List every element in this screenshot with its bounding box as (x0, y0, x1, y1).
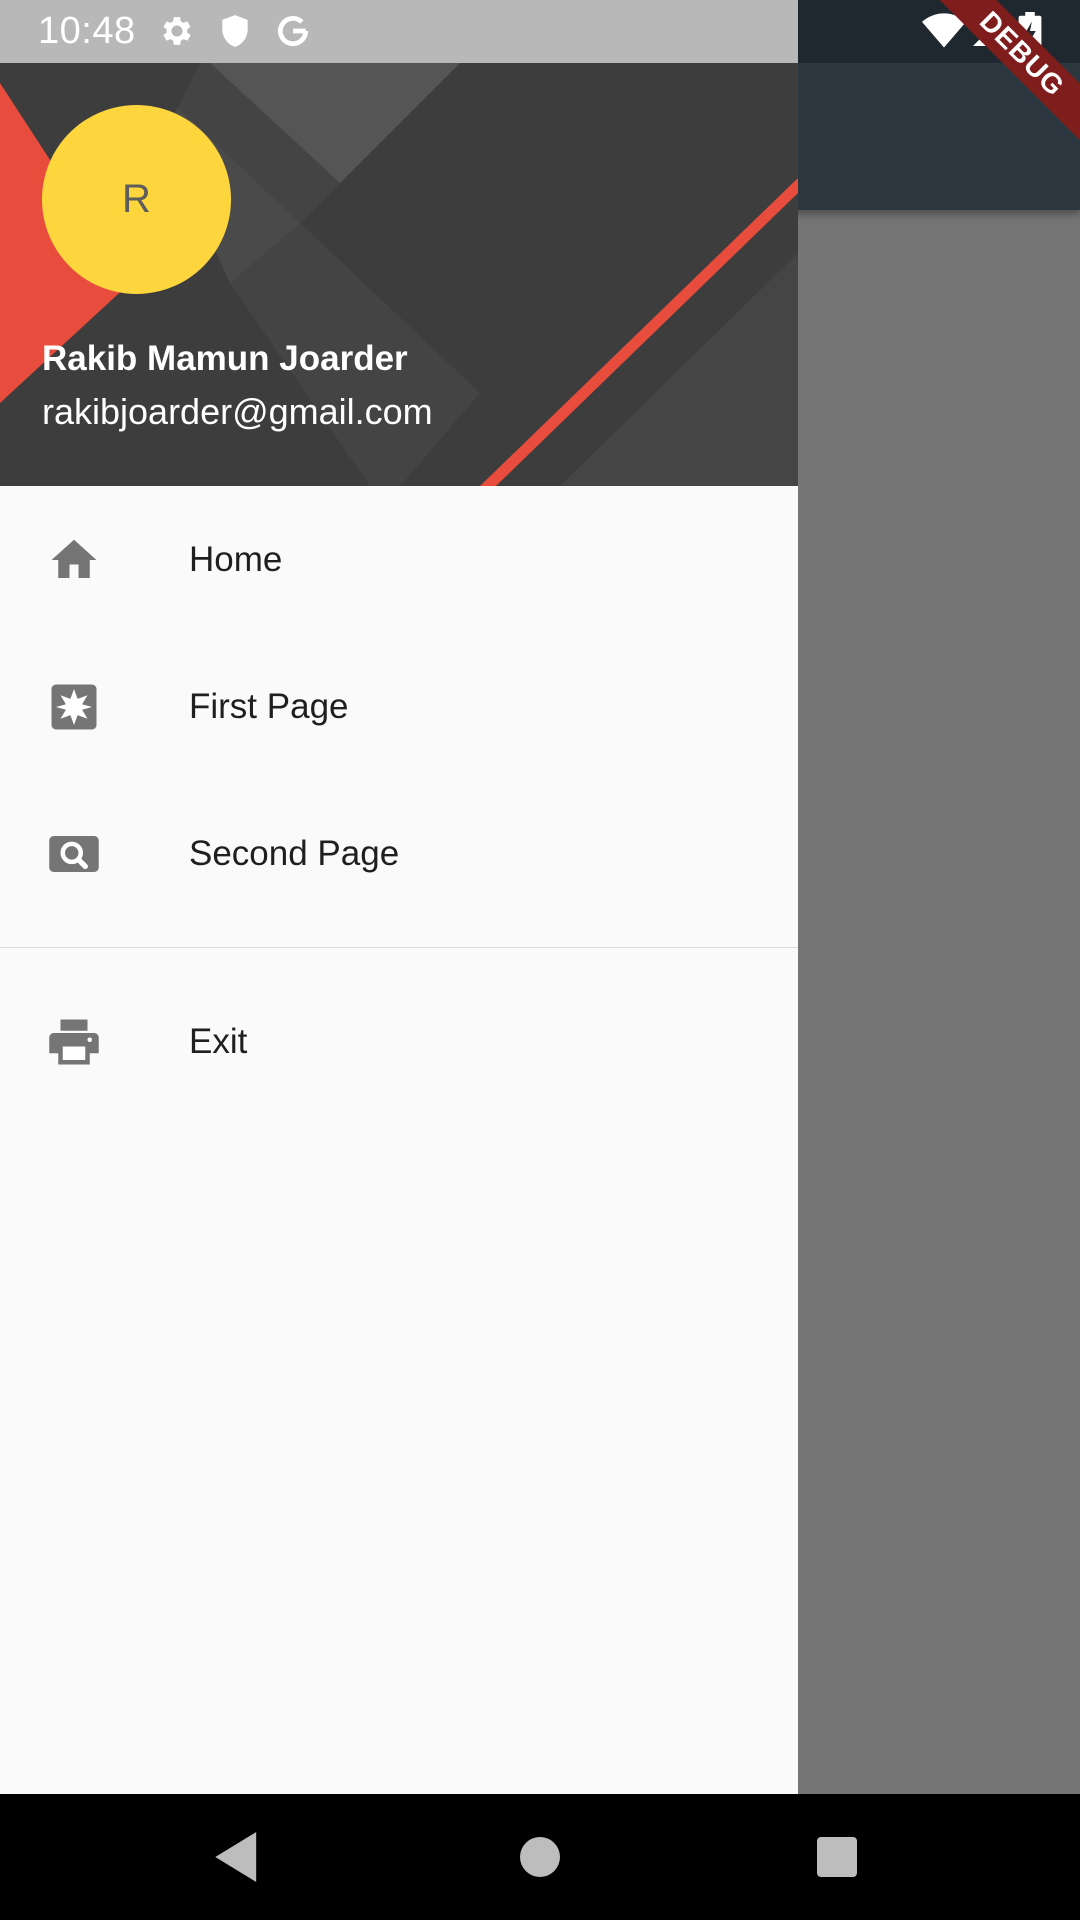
avatar-initial: R (122, 177, 151, 221)
image-search-icon (47, 827, 101, 881)
screen: 10:48 DEBUG R Rakib Mamun Joarder rakibj… (0, 0, 1080, 1920)
shield-icon (216, 12, 254, 50)
drawer-divider (0, 947, 798, 948)
home-icon (47, 533, 101, 587)
drawer-item-label: First Page (189, 686, 349, 726)
account-email: rakibjoarder@gmail.com (42, 391, 433, 432)
drawer-item-label: Home (189, 539, 283, 579)
extension-icon (47, 680, 101, 734)
google-icon (274, 12, 312, 50)
drawer-header: R Rakib Mamun Joarder rakibjoarder@gmail… (0, 63, 798, 486)
drawer-item-first-page[interactable]: First Page (0, 633, 798, 780)
status-bar: 10:48 (0, 0, 1080, 63)
navigation-drawer: R Rakib Mamun Joarder rakibjoarder@gmail… (0, 0, 798, 1794)
battery-charging-icon (1018, 12, 1042, 51)
drawer-item-home[interactable]: Home (0, 486, 798, 633)
printer-icon (47, 1015, 101, 1069)
wifi-icon (922, 12, 966, 50)
signal-icon (970, 12, 1008, 50)
recents-icon[interactable] (812, 1832, 862, 1882)
navigation-bar (0, 1794, 1080, 1920)
gear-icon (158, 12, 196, 50)
drawer-item-second-page[interactable]: Second Page (0, 780, 798, 927)
status-time: 10:48 (38, 10, 136, 52)
avatar[interactable]: R (42, 105, 231, 294)
home-circle-icon[interactable] (515, 1832, 565, 1882)
drawer-menu: Home First Page Second Page Exit (0, 486, 798, 1116)
drawer-item-label: Second Page (189, 833, 400, 873)
drawer-item-label: Exit (189, 1022, 248, 1061)
drawer-item-exit[interactable]: Exit (0, 968, 798, 1116)
account-name: Rakib Mamun Joarder (42, 339, 408, 378)
back-icon[interactable] (213, 1832, 263, 1882)
